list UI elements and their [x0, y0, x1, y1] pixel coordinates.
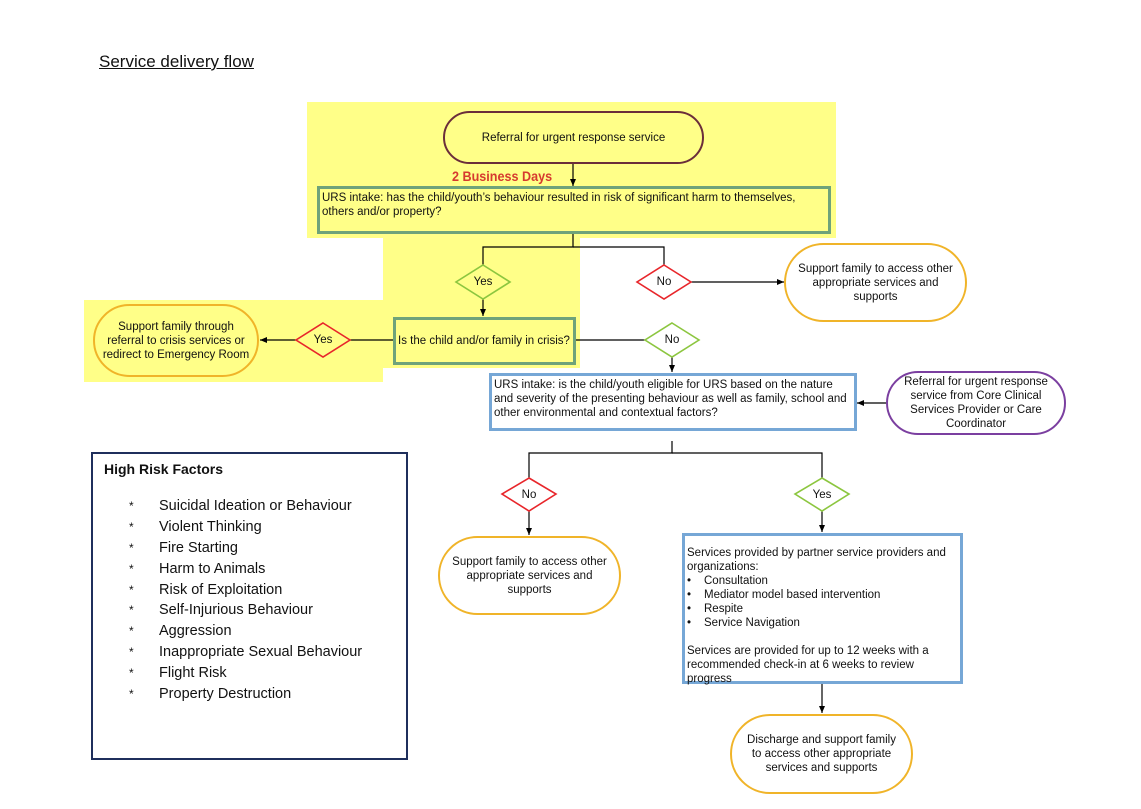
crisis-referral-node: Support family through referral to crisi… [93, 304, 259, 377]
decision-harm-no-label: No [656, 276, 672, 288]
decision-eligible-no-label: No [521, 489, 537, 501]
decision-harm-yes-label: Yes [473, 276, 493, 288]
intake-harm-question-text: URS intake: has the child/youth’s behavi… [322, 192, 796, 218]
decision-crisis-no-label: No [664, 334, 680, 346]
discharge-text: Discharge and support family to access o… [747, 734, 896, 774]
risk-factor-item: * Property Destruction [93, 683, 362, 704]
decision-eligible-yes-label: Yes [812, 489, 832, 501]
bullet-icon: • [687, 603, 692, 615]
bullet-icon: • [687, 589, 692, 601]
high-risk-factors-title: High Risk Factors [104, 461, 224, 477]
high-risk-factors-list: * Suicidal Ideation or Behaviour * Violent… [93, 496, 362, 704]
support-other-services-bottom-text: Support family to access other appropria… [452, 555, 607, 596]
risk-factor-item: * Fire Starting [93, 538, 362, 559]
risk-factor-item: * Suicidal Ideation or Behaviour [93, 496, 362, 517]
risk-factor-item: * Inappropriate Sexual Behaviour [93, 642, 362, 663]
bullet-icon: • [687, 575, 692, 587]
discharge-node: Discharge and support family to access o… [730, 714, 913, 794]
services-intro-text: Services provided by partner service pro… [687, 547, 946, 573]
asterisk-icon: * [129, 520, 134, 535]
core-clinical-referral-node: Referral for urgent response service fro… [886, 371, 1066, 435]
asterisk-icon: * [129, 540, 134, 555]
asterisk-icon: * [129, 561, 134, 576]
services-list-item: • Service Navigation [687, 617, 800, 629]
crisis-question-box: Is the child and/or family in crisis? [393, 317, 576, 365]
services-list-item: • Mediator model based intervention [687, 589, 881, 601]
connector-intake2-branch [528, 441, 673, 478]
crisis-referral-text: Support family through referral to crisi… [102, 320, 250, 361]
connector-intake-branch [482, 233, 574, 265]
asterisk-icon: * [129, 686, 134, 701]
referral-start-node: Referral for urgent response service [443, 111, 704, 164]
asterisk-icon: * [129, 644, 134, 659]
intake-eligibility-question-box: URS intake: is the child/youth eligible … [489, 373, 857, 431]
risk-factor-item: * Risk of Exploitation [93, 579, 362, 600]
asterisk-icon: * [129, 582, 134, 597]
risk-factor-item: * Self-Injurious Behaviour [93, 600, 362, 621]
risk-factor-item: * Harm to Animals [93, 558, 362, 579]
services-list-item: • Respite [687, 603, 743, 615]
decision-crisis-yes-label: Yes [313, 334, 333, 346]
services-duration-note: Services are provided for up to 12 weeks… [687, 645, 929, 685]
support-other-services-bottom-node: Support family to access other appropria… [438, 536, 621, 615]
risk-factor-item: * Flight Risk [93, 662, 362, 683]
high-risk-factors-panel: High Risk Factors * Suicidal Ideation or … [91, 452, 408, 760]
support-other-services-top-text: Support family to access other appropria… [798, 262, 953, 303]
services-provided-box: Services provided by partner service pro… [682, 533, 963, 685]
risk-factor-item: * Violent Thinking [93, 517, 362, 538]
support-other-services-top-node: Support family to access other appropria… [784, 243, 967, 322]
crisis-question-text: Is the child and/or family in crisis? [398, 335, 570, 347]
connector-intake2-branch-yes [672, 452, 823, 478]
asterisk-icon: * [129, 665, 134, 680]
services-list: • Consultation • Mediator model based inte… [687, 574, 958, 630]
intake-eligibility-question-text: URS intake: is the child/youth eligible … [494, 379, 847, 419]
intake-harm-question-box: URS intake: has the child/youth’s behavi… [317, 186, 831, 234]
asterisk-icon: * [129, 603, 134, 618]
risk-factor-item: * Aggression [93, 621, 362, 642]
referral-start-text: Referral for urgent response service [481, 131, 666, 144]
time-frame-label: 2 Business Days [452, 168, 553, 184]
bullet-icon: • [687, 617, 692, 629]
asterisk-icon: * [129, 499, 134, 514]
connector-intake-branch-no [573, 246, 665, 265]
core-clinical-referral-text: Referral for urgent response service fro… [904, 376, 1048, 430]
asterisk-icon: * [129, 624, 134, 639]
services-list-item: • Consultation [687, 575, 768, 587]
